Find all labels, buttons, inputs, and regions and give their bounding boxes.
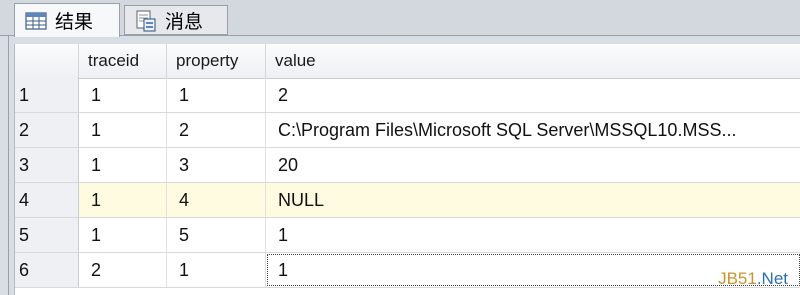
tab-messages[interactable]: 消息 [124, 5, 228, 35]
row-number[interactable]: 1 [15, 78, 79, 112]
cell-property[interactable]: 4 [167, 183, 266, 217]
row-number[interactable]: 2 [15, 113, 79, 147]
cell-traceid[interactable]: 1 [79, 113, 167, 147]
cell-value[interactable]: C:\Program Files\Microsoft SQL Server\MS… [266, 113, 800, 147]
table-row[interactable]: 4 1 4 NULL [15, 183, 800, 218]
tab-messages-label: 消息 [165, 11, 204, 33]
cell-property[interactable]: 3 [167, 148, 266, 182]
row-number[interactable]: 3 [15, 148, 79, 182]
table-row[interactable]: 2 1 2 C:\Program Files\Microsoft SQL Ser… [15, 113, 800, 148]
table-row[interactable]: 1 1 1 2 [15, 78, 800, 113]
messages-icon [135, 10, 157, 32]
cell-value[interactable]: 20 [266, 148, 800, 182]
grid-icon [25, 11, 47, 31]
cell-property[interactable]: 1 [167, 253, 266, 287]
table-row[interactable]: 6 2 1 1 [15, 253, 800, 288]
cell-traceid[interactable]: 1 [79, 218, 167, 252]
watermark-part2: .Net [756, 269, 788, 288]
row-number[interactable]: 4 [15, 183, 79, 217]
header-rownum[interactable] [15, 44, 79, 78]
cell-value[interactable]: NULL [266, 183, 800, 217]
grid-header: traceid property value [15, 44, 800, 79]
table-row[interactable]: 5 1 5 1 [15, 218, 800, 253]
cell-traceid[interactable]: 2 [79, 253, 167, 287]
cell-value[interactable]: 2 [266, 78, 800, 112]
site-watermark: JB51.Net [718, 269, 788, 289]
table-row[interactable]: 3 1 3 20 [15, 148, 800, 183]
header-value[interactable]: value [266, 44, 800, 78]
pane-divider [8, 36, 9, 295]
tab-results-label: 结果 [55, 12, 94, 33]
row-number[interactable]: 5 [15, 218, 79, 252]
row-number[interactable]: 6 [15, 253, 79, 287]
tab-results[interactable]: 结果 [14, 3, 120, 37]
header-property[interactable]: property [167, 44, 266, 78]
header-traceid[interactable]: traceid [79, 44, 167, 78]
cell-property[interactable]: 5 [167, 218, 266, 252]
cell-property[interactable]: 1 [167, 78, 266, 112]
cell-traceid[interactable]: 1 [79, 183, 167, 217]
cell-traceid[interactable]: 1 [79, 148, 167, 182]
watermark-part1: JB51 [718, 269, 757, 288]
cell-traceid[interactable]: 1 [79, 78, 167, 112]
results-grid: traceid property value 1 1 1 2 2 1 2 C:\… [14, 44, 800, 295]
cell-property[interactable]: 2 [167, 113, 266, 147]
cell-value[interactable]: 1 [266, 218, 800, 252]
results-tab-strip: 结果 消息 [0, 0, 800, 37]
